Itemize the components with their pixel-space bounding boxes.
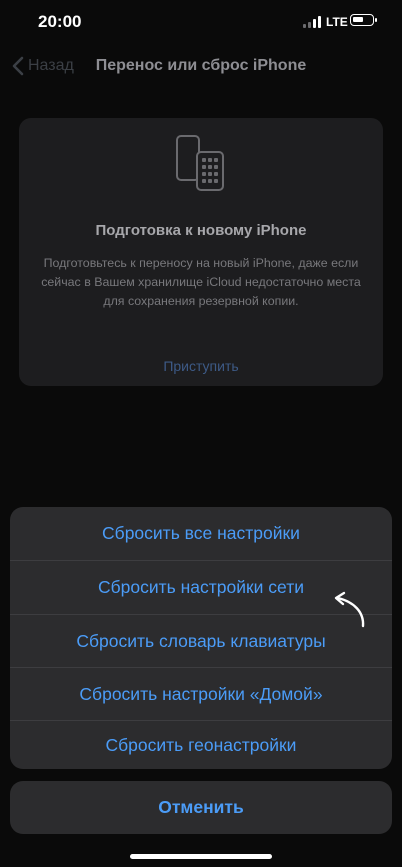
cellular-signal-icon — [303, 16, 323, 28]
transfer-phones-icon — [176, 135, 224, 191]
battery-icon — [350, 14, 377, 26]
status-bar: 20:00 LTE — [0, 0, 402, 46]
reset-home-screen-layout-button[interactable]: Сбросить настройки «Домой» — [10, 668, 392, 721]
reset-location-privacy-button[interactable]: Сбросить геонастройки — [10, 721, 392, 769]
reset-all-settings-button[interactable]: Сбросить все настройки — [10, 507, 392, 560]
navigation-bar: Назад Перенос или сброс iPhone — [0, 50, 402, 84]
page-title: Перенос или сброс iPhone — [95, 57, 307, 74]
reset-action-sheet: Сбросить все настройки Сбросить настройк… — [10, 507, 392, 769]
pointer-arrow-icon — [334, 591, 365, 628]
card-heading: Подготовка к новому iPhone — [95, 222, 307, 239]
card-description: Подготовьтесь к переносу на новый iPhone… — [41, 256, 361, 308]
cancel-button[interactable]: Отменить — [10, 781, 392, 834]
battery-level — [353, 17, 363, 22]
screen: 20:00 LTE Назад Перенос или сброс iPhone — [0, 0, 402, 867]
network-type: LTE — [326, 15, 348, 29]
get-started-link[interactable]: Приступить — [19, 358, 383, 374]
status-time: 20:00 — [38, 12, 82, 31]
home-indicator[interactable] — [130, 854, 272, 859]
prepare-new-iphone-card: Подготовка к новому iPhone Подготовьтесь… — [19, 118, 383, 386]
